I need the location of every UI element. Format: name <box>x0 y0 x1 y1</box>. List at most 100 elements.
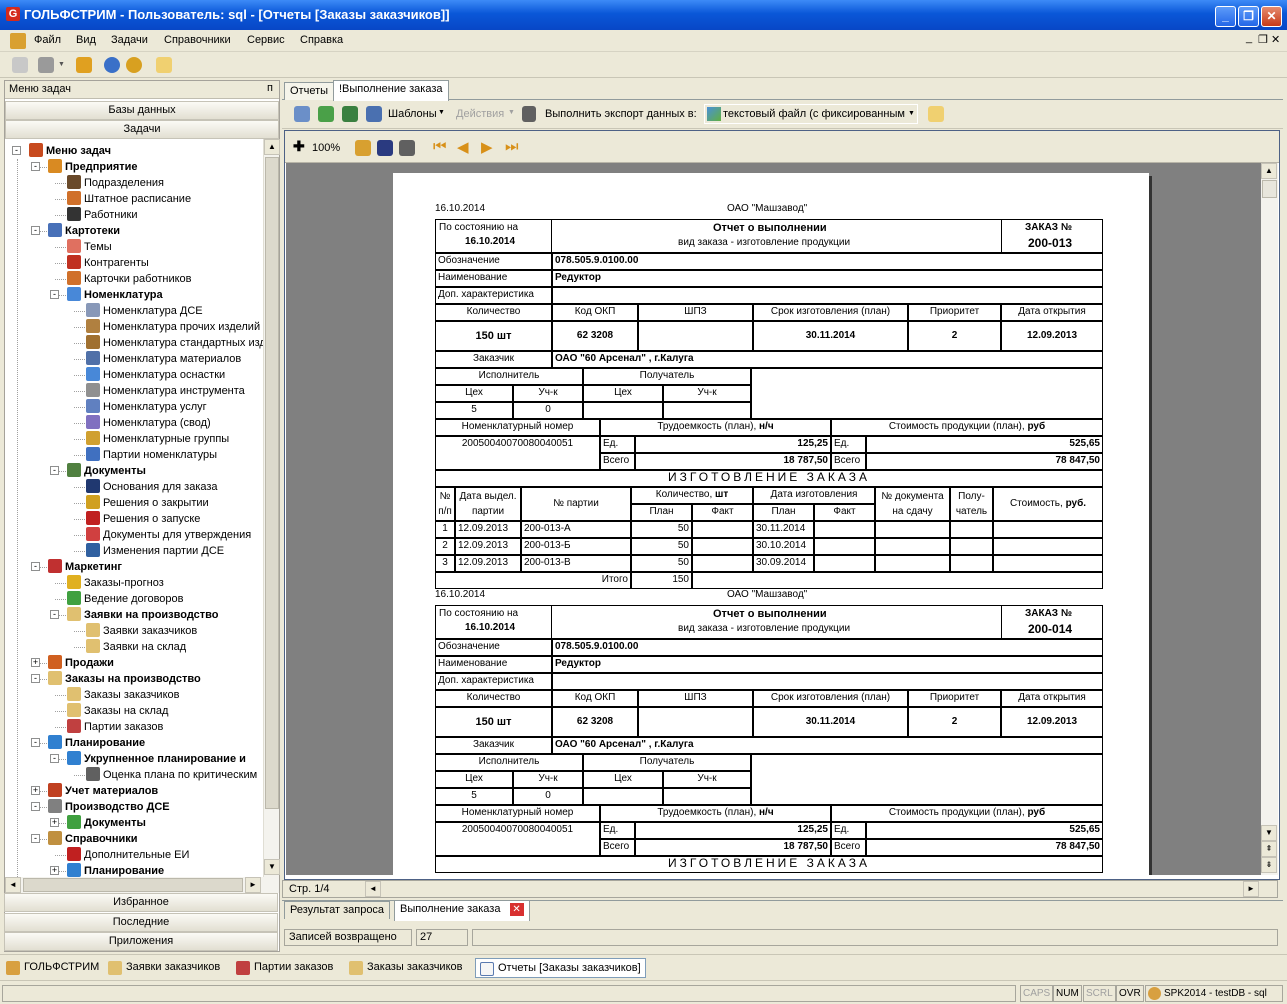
tree-item[interactable]: Заказы на склад <box>67 703 168 719</box>
tree-item[interactable]: Ведение договоров <box>67 591 183 607</box>
tree-item[interactable]: Продажи <box>48 655 114 671</box>
collapse-icon[interactable]: - <box>50 610 59 619</box>
pin-icon[interactable]: ᴨ <box>267 82 273 94</box>
expand-icon[interactable]: + <box>50 866 59 875</box>
tree-vertical-scrollbar[interactable]: ▲ ▼ <box>263 139 280 877</box>
export-format-select[interactable]: текстовый файл (с фиксированным ▼ <box>704 104 918 124</box>
tree-item[interactable]: Оценка плана по критическим <box>86 767 257 783</box>
mdi-close-button[interactable]: ✕ <box>1271 33 1280 46</box>
tree-item[interactable]: Заявки заказчиков <box>86 623 197 639</box>
tree-item[interactable]: Карточки работников <box>67 271 192 287</box>
tree-item[interactable]: Предприятие <box>48 159 138 175</box>
tree-item[interactable]: Планирование <box>48 735 145 751</box>
print-report-icon[interactable] <box>399 140 415 156</box>
task-reports[interactable]: Отчеты [Заказы заказчиков] <box>475 958 646 978</box>
menu-file[interactable]: Файл <box>34 34 61 46</box>
tree-item[interactable]: Заявки на производство <box>67 607 219 623</box>
last-page-icon[interactable]: ⏭ <box>505 138 519 155</box>
tree-item[interactable]: Дополнительные ЕИ <box>67 847 189 863</box>
favorites-bar[interactable]: Избранное <box>4 893 278 912</box>
tree-item[interactable]: Изменения партии ДСЕ <box>86 543 224 559</box>
tree-item[interactable]: Справочники <box>48 831 138 847</box>
viewer-vertical-scrollbar[interactable]: ▲ ▼ ⇞ ⇟ <box>1261 163 1278 875</box>
tree-scroll-thumb[interactable] <box>265 157 279 809</box>
dropdown-arrow-icon[interactable]: ▼ <box>58 61 65 68</box>
scroll-right-button[interactable]: ► <box>245 877 261 893</box>
tree-item[interactable]: Номенклатура стандартных изделий <box>86 335 263 351</box>
tree-item[interactable]: Работники <box>67 207 137 223</box>
collapse-icon[interactable]: - <box>50 466 59 475</box>
word-export-icon[interactable] <box>366 106 382 122</box>
export-run-icon[interactable] <box>928 106 944 122</box>
tree-item[interactable]: Номенклатура (свод) <box>86 415 211 431</box>
mdi-minimize-button[interactable]: _ <box>1246 32 1252 44</box>
export-icon[interactable] <box>156 57 172 73</box>
mdi-doc-icon[interactable] <box>10 33 26 49</box>
tab-order-execution[interactable]: !Выполнение заказа <box>333 80 449 101</box>
templates-arrow-icon[interactable]: ▼ <box>438 109 445 116</box>
next-page-icon[interactable]: ▶ <box>481 138 493 156</box>
open-icon[interactable] <box>355 140 371 156</box>
tree-hscroll-thumb[interactable] <box>23 878 243 892</box>
tab-query-result[interactable]: Результат запроса <box>284 901 391 919</box>
viewer-page-up-button[interactable]: ⇞ <box>1261 841 1277 857</box>
menu-directories[interactable]: Справочники <box>164 34 231 46</box>
tree-item[interactable]: Заказы на производство <box>48 671 201 687</box>
run-report-icon[interactable] <box>294 106 310 122</box>
tree-item[interactable]: Штатное расписание <box>67 191 191 207</box>
menu-service[interactable]: Сервис <box>247 34 285 46</box>
viewer-scroll-thumb[interactable] <box>1262 180 1277 198</box>
close-tab-icon[interactable]: ✕ <box>509 903 524 916</box>
scroll-up-button[interactable]: ▲ <box>264 139 280 155</box>
collapse-icon[interactable]: - <box>31 738 40 747</box>
menu-help[interactable]: Справка <box>300 34 343 46</box>
scroll-left-button[interactable]: ◄ <box>5 877 21 893</box>
task-order-batches[interactable]: Партии заказов <box>232 958 337 978</box>
viewer-scroll-down-button[interactable]: ▼ <box>1261 825 1277 841</box>
maximize-button[interactable]: ❐ <box>1238 6 1259 27</box>
tree-item[interactable]: Партии заказов <box>67 719 163 735</box>
viewer-scroll-up-button[interactable]: ▲ <box>1261 163 1277 179</box>
applications-bar[interactable]: Приложения <box>4 932 278 951</box>
tree-item[interactable]: Планирование <box>67 863 164 877</box>
tree-item[interactable]: Решения о закрытии <box>86 495 209 511</box>
hscroll-left-button[interactable]: ◄ <box>365 881 381 897</box>
tree-item[interactable]: Основания для заказа <box>86 479 218 495</box>
tree-item[interactable]: Номенклатура услуг <box>86 399 207 415</box>
tree-item[interactable]: Заказы заказчиков <box>67 687 179 703</box>
tree-item[interactable]: Партии номенклатуры <box>86 447 217 463</box>
zoom-level[interactable]: 100% <box>312 142 340 154</box>
viewer-page-down-button[interactable]: ⇟ <box>1261 857 1277 873</box>
save-icon[interactable] <box>377 140 393 156</box>
close-button[interactable]: ✕ <box>1261 6 1282 27</box>
tree-item[interactable]: Заказы-прогноз <box>67 575 164 591</box>
tree-item[interactable]: Документы <box>67 815 146 831</box>
task-customer-requests[interactable]: Заявки заказчиков <box>104 958 224 978</box>
task-customer-orders[interactable]: Заказы заказчиков <box>345 958 466 978</box>
menu-view[interactable]: Вид <box>76 34 96 46</box>
tree-item[interactable]: Учет материалов <box>48 783 158 799</box>
tasks-bar[interactable]: Задачи <box>5 120 279 139</box>
tree-item[interactable]: Номенклатура материалов <box>86 351 241 367</box>
collapse-icon[interactable]: - <box>31 562 40 571</box>
tree-item[interactable]: Подразделения <box>67 175 164 191</box>
collapse-icon[interactable]: - <box>12 146 21 155</box>
tree-item[interactable]: Номенклатура прочих изделий <box>86 319 260 335</box>
scroll-down-button[interactable]: ▼ <box>264 859 280 875</box>
tree-item[interactable]: Номенклатура оснастки <box>86 367 225 383</box>
collapse-icon[interactable]: - <box>31 162 40 171</box>
tree-item[interactable]: Номенклатура ДСЕ <box>86 303 203 319</box>
templates-dropdown[interactable]: Шаблоны <box>388 108 437 120</box>
tree-item[interactable]: Номенклатурные группы <box>86 431 229 447</box>
excel-icon[interactable] <box>318 106 334 122</box>
mdi-restore-button[interactable]: ❐ <box>1258 33 1268 46</box>
recent-bar[interactable]: Последние <box>4 913 278 932</box>
hscroll-right-button[interactable]: ► <box>1243 881 1259 897</box>
connect-icon[interactable] <box>12 57 28 73</box>
tree-item[interactable]: Маркетинг <box>48 559 122 575</box>
tree-item[interactable]: Контрагенты <box>67 255 149 271</box>
expand-icon[interactable]: + <box>31 786 40 795</box>
tree-item[interactable]: Темы <box>67 239 112 255</box>
actions-dropdown[interactable]: Действия <box>456 108 504 120</box>
tree-item[interactable]: Решения о запуске <box>86 511 200 527</box>
